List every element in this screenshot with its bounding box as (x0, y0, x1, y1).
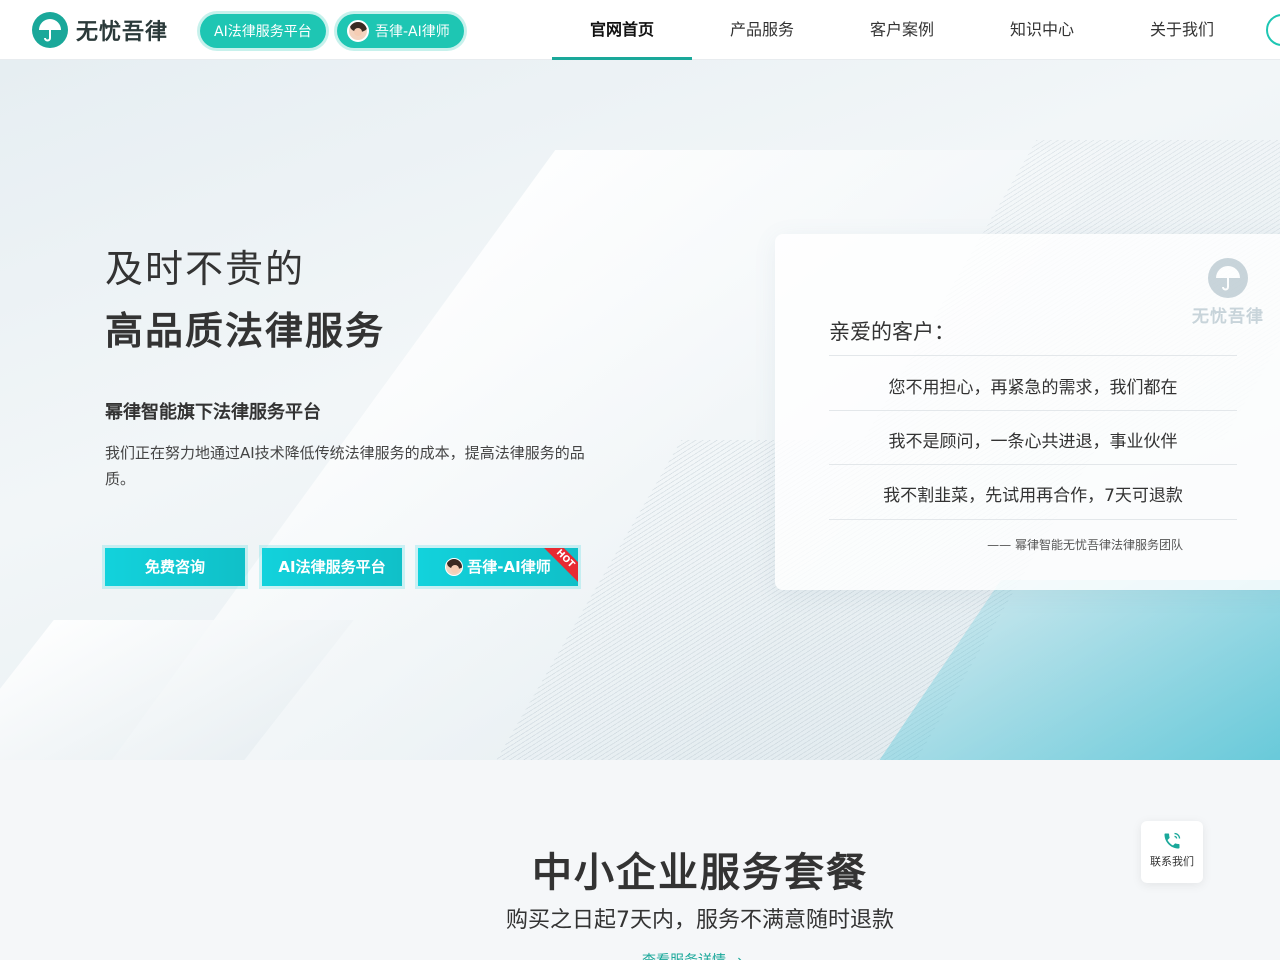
nav-products[interactable]: 产品服务 (692, 0, 832, 60)
phone-icon (1164, 832, 1181, 849)
promise-card: 无忧吾律 亲爱的客户： 您不用担心，再紧急的需求，我们都在 我不是顾问，一条心共… (775, 234, 1280, 590)
free-consult-button[interactable]: 免费咨询 (105, 548, 245, 586)
card-promise-1: 您不用担心，再紧急的需求，我们都在 (888, 378, 1178, 398)
ai-platform-pill[interactable]: AI法律服务平台 (200, 14, 326, 48)
card-greeting: 亲爱的客户： (829, 320, 955, 344)
lawyer-avatar (445, 558, 464, 576)
card-signature: —— 幂律智能无忧吾律法律服务团队 (987, 538, 1183, 552)
card-promise-2: 我不是顾问，一条心共进退，事业伙伴 (888, 432, 1178, 452)
packages-detail-link[interactable]: 查看服务详情 → (642, 950, 742, 960)
hero-title-line2: 高品质法律服务 (105, 309, 386, 353)
ai-platform-pill-label: AI法律服务平台 (214, 24, 312, 40)
card-watermark: 无忧吾律 (1183, 258, 1273, 327)
nav-home[interactable]: 官网首页 (552, 0, 692, 60)
card-promise-3: 我不割韭菜，先试用再合作，7天可退款 (883, 486, 1183, 506)
main-nav: 官网首页 产品服务 客户案例 知识中心 关于我们 (552, 0, 1252, 60)
card-divider (829, 410, 1237, 411)
hero-banner: 及时不贵的 高品质法律服务 幂律智能旗下法律服务平台 我们正在努力地通过AI技术… (0, 60, 1280, 760)
top-header: 无忧吾律 AI法律服务平台 吾律-AI律师 官网首页 产品服务 客户案例 知识中… (0, 0, 1280, 60)
ai-lawyer-button[interactable]: 吾律-AI律师 HOT (418, 548, 578, 586)
nav-about[interactable]: 关于我们 (1112, 0, 1252, 60)
ai-lawyer-pill-label: 吾律-AI律师 (375, 24, 450, 40)
ai-platform-button[interactable]: AI法律服务平台 (262, 548, 402, 586)
card-divider (829, 355, 1237, 356)
lawyer-avatar (347, 20, 369, 42)
header-action-button[interactable] (1266, 14, 1280, 46)
watermark-text: 无忧吾律 (1192, 307, 1264, 327)
logo-text: 无忧吾律 (76, 20, 169, 45)
packages-title: 中小企业服务套餐 (532, 850, 868, 896)
hero-description: 我们正在努力地通过AI技术降低传统法律服务的成本，提高法律服务的品质。 (105, 444, 585, 488)
hero-subtitle: 幂律智能旗下法律服务平台 (105, 402, 321, 423)
card-divider (829, 519, 1237, 520)
umbrella-icon (32, 12, 68, 48)
card-divider (829, 464, 1237, 465)
contact-us-label: 联系我们 (1150, 855, 1194, 868)
packages-subtitle: 购买之日起7天内，服务不满意随时退款 (506, 908, 894, 933)
nav-knowledge[interactable]: 知识中心 (972, 0, 1112, 60)
ai-lawyer-pill[interactable]: 吾律-AI律师 (337, 14, 464, 48)
umbrella-icon (1208, 258, 1248, 298)
ai-lawyer-button-label: 吾律-AI律师 (467, 558, 551, 576)
hero-title-line1: 及时不贵的 (105, 247, 306, 291)
contact-us-button[interactable]: 联系我们 (1141, 821, 1203, 883)
nav-cases[interactable]: 客户案例 (832, 0, 972, 60)
site-logo[interactable]: 无忧吾律 (32, 12, 168, 48)
